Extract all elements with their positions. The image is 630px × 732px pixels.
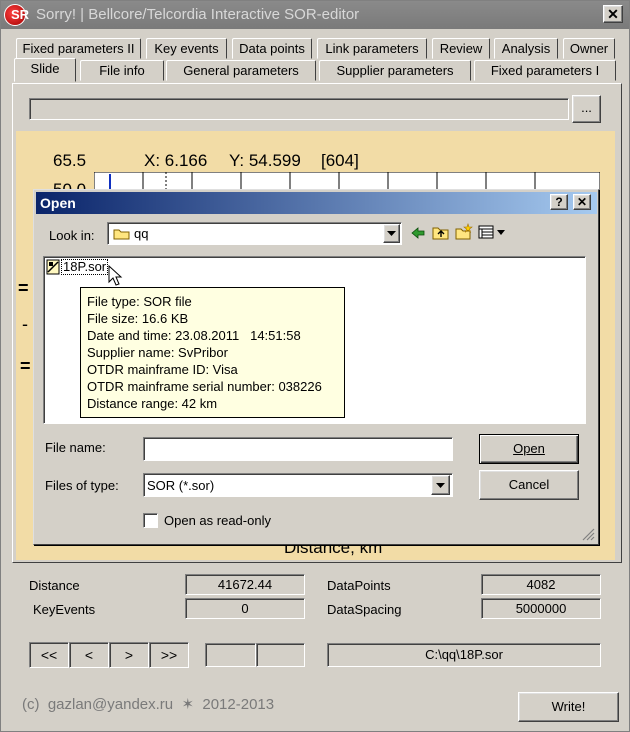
tab-link-parameters[interactable]: Link parameters <box>317 38 427 59</box>
open-dialog-title-bar <box>36 192 597 214</box>
prev-button[interactable]: < <box>69 642 109 668</box>
plot-y-second-label: 50.0 <box>53 180 86 189</box>
distance-value: 41672.44 <box>185 574 305 595</box>
tooltip-file-size: File size: 16.6 KB <box>87 311 189 326</box>
plot-grid <box>94 172 600 190</box>
next-button[interactable]: > <box>109 642 149 668</box>
up-folder-icon[interactable] <box>432 224 450 241</box>
files-of-type-dropdown-button[interactable] <box>431 475 450 495</box>
open-dialog-title: Open <box>40 195 76 211</box>
keyevents-value: 0 <box>185 598 305 619</box>
look-in-dropdown-button[interactable] <box>383 224 400 243</box>
app-icon[interactable]: SR <box>4 4 30 26</box>
resize-grip-icon[interactable] <box>581 527 595 541</box>
new-folder-icon[interactable] <box>455 223 473 241</box>
dataspacing-label: DataSpacing <box>327 602 402 617</box>
window-title: Sorry! | Bellcore/Telcordia Interactive … <box>36 6 360 23</box>
write-button[interactable]: Write! <box>518 692 619 722</box>
view-menu-icon[interactable] <box>478 225 508 240</box>
sor-file-icon <box>46 259 60 275</box>
tab-review[interactable]: Review <box>432 38 490 59</box>
tooltip-distance-range: Distance range: 42 km <box>87 396 218 411</box>
back-arrow-icon[interactable] <box>410 225 426 241</box>
read-only-label: Open as read-only <box>164 513 271 528</box>
last-button[interactable]: >> <box>149 642 189 668</box>
first-button[interactable]: << <box>29 642 69 668</box>
tab-data-points[interactable]: Data points <box>232 38 312 59</box>
distance-label: Distance <box>29 578 80 593</box>
tooltip-supplier: Supplier name: SvPribor <box>87 345 228 360</box>
file-name-text: 18P.sor <box>61 259 109 275</box>
look-in-label: Look in: <box>49 228 95 243</box>
copyright-text: (c) gazlan@yandex.ru ✶ 2012-2013 <box>22 696 275 713</box>
cursor-y-readout: Y: 54.599 <box>229 151 301 170</box>
tooltip-mainframe-id: OTDR mainframe ID: Visa <box>87 362 238 377</box>
files-of-type-combo[interactable]: SOR (*.sor) <box>143 473 453 497</box>
plot-y-top-label: 65.5 <box>53 151 87 170</box>
dialog-close-button[interactable]: ✕ <box>573 194 591 210</box>
tab-fixed-parameters-i[interactable]: Fixed parameters I <box>474 60 616 81</box>
plot-left-glyph-2: - <box>22 314 28 334</box>
cursor-index-readout: [604] <box>321 151 359 170</box>
look-in-combo[interactable]: qq <box>107 222 402 245</box>
files-of-type-value: SOR (*.sor) <box>147 478 215 493</box>
tooltip-file-type: File type: SOR file <box>87 294 192 309</box>
tab-analysis[interactable]: Analysis <box>494 38 558 59</box>
dialog-help-button[interactable]: ? <box>550 194 568 210</box>
tab-supplier-parameters[interactable]: Supplier parameters <box>319 60 471 81</box>
read-only-checkbox[interactable] <box>143 513 158 528</box>
plot-left-glyph-3: = <box>20 356 31 376</box>
tab-file-info[interactable]: File info <box>80 60 164 81</box>
tab-slide[interactable]: Slide <box>14 58 76 82</box>
tab-owner[interactable]: Owner <box>563 38 615 59</box>
open-button[interactable]: Open <box>479 434 579 464</box>
tab-fixed-parameters-ii[interactable]: Fixed parameters II <box>16 38 141 59</box>
file-name-input[interactable] <box>143 437 453 461</box>
tab-key-events[interactable]: Key events <box>146 38 227 59</box>
window-close-button[interactable]: ✕ <box>603 5 623 23</box>
cancel-button[interactable]: Cancel <box>479 470 579 500</box>
keyevents-label: KeyEvents <box>33 602 96 617</box>
file-name-label: File name: <box>45 440 106 455</box>
look-in-value: qq <box>134 226 149 241</box>
path-field[interactable] <box>29 98 569 120</box>
files-of-type-label: Files of type: <box>45 478 119 493</box>
app-icon-letters: SR <box>11 7 30 22</box>
dataspacing-value: 5000000 <box>481 598 601 619</box>
nav-field-2[interactable] <box>256 643 305 667</box>
file-path-display: C:\qq\18P.sor <box>327 643 601 667</box>
datapoints-label: DataPoints <box>327 578 391 593</box>
open-button-label: Open <box>513 441 545 456</box>
tab-general-parameters[interactable]: General parameters <box>166 60 316 81</box>
tooltip-serial-number: OTDR mainframe serial number: 038226 <box>87 379 322 394</box>
folder-icon <box>113 229 130 240</box>
plot-left-glyph-1: = <box>18 278 29 298</box>
chevron-down-icon <box>436 483 445 488</box>
datapoints-value: 4082 <box>481 574 601 595</box>
file-info-tooltip: File type: SOR file File size: 16.6 KB D… <box>80 287 345 418</box>
browse-button[interactable]: ... <box>572 95 601 123</box>
cursor-x-readout: X: 6.166 <box>144 151 208 170</box>
tooltip-date-time: Date and time: 23.08.2011 14:51:58 <box>87 328 301 343</box>
mouse-cursor-icon <box>108 265 123 286</box>
chevron-down-icon <box>387 231 396 236</box>
nav-field-1[interactable] <box>205 643 256 667</box>
